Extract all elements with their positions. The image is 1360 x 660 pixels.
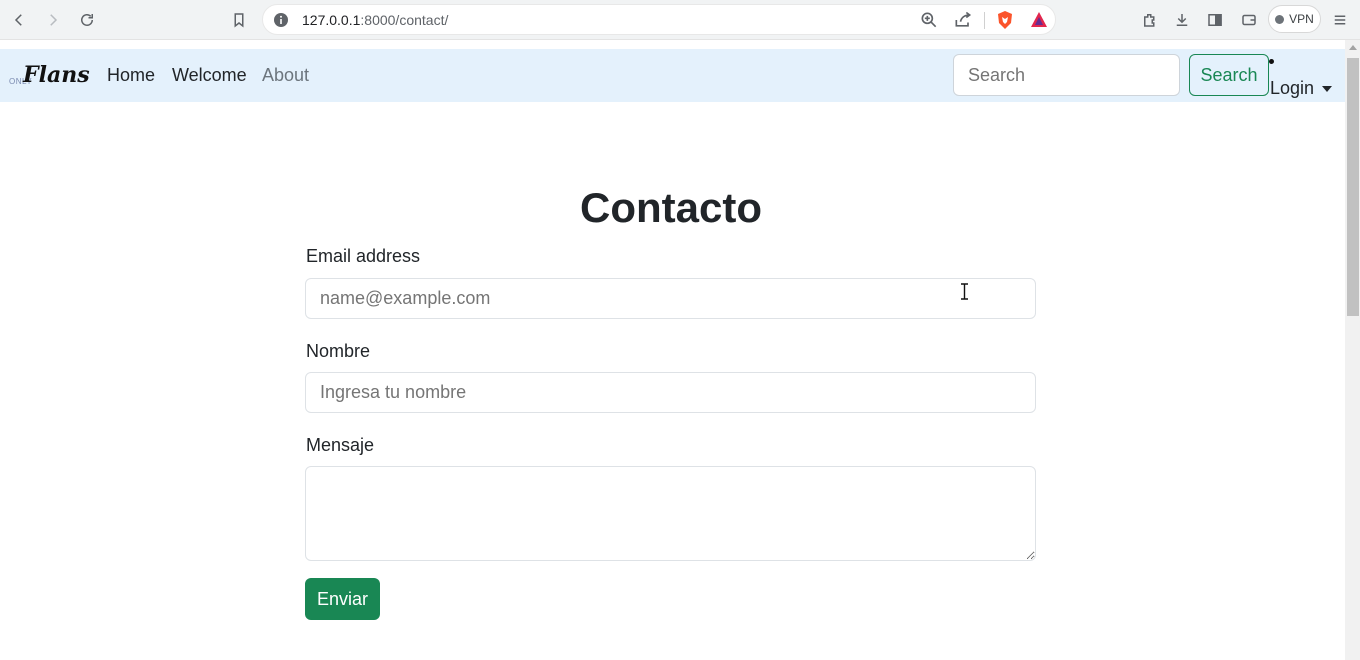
name-label: Nombre bbox=[306, 341, 371, 361]
extensions-icon[interactable] bbox=[1138, 8, 1162, 32]
logo-main-text: Flans bbox=[23, 62, 90, 88]
back-icon[interactable] bbox=[7, 8, 31, 32]
address-bar[interactable]: 127.0.0.1:8000/contact/ bbox=[262, 4, 1056, 35]
email-field[interactable] bbox=[305, 278, 1036, 319]
nav-about[interactable]: About bbox=[262, 65, 309, 86]
wallet-icon[interactable] bbox=[1237, 8, 1261, 32]
sidebar-icon[interactable] bbox=[1203, 8, 1227, 32]
scroll-up-icon[interactable] bbox=[1349, 45, 1357, 50]
url-path: :8000/contact/ bbox=[360, 12, 449, 28]
zoom-icon[interactable] bbox=[919, 10, 939, 30]
site-info-icon[interactable] bbox=[273, 12, 289, 28]
login-dropdown[interactable]: Login bbox=[1270, 78, 1314, 99]
list-bullet bbox=[1269, 59, 1274, 64]
message-textarea[interactable] bbox=[305, 466, 1036, 561]
share-icon[interactable] bbox=[953, 10, 973, 30]
name-field[interactable] bbox=[305, 372, 1036, 413]
url-host: 127.0.0.1 bbox=[302, 12, 361, 28]
vpn-status-icon bbox=[1275, 14, 1285, 24]
page-title: Contacto bbox=[580, 184, 762, 231]
caret-down-icon[interactable] bbox=[1322, 86, 1332, 92]
site-navbar: ONLY Flans Home Welcome About Search Log… bbox=[0, 49, 1345, 102]
vpn-button[interactable]: VPN bbox=[1268, 5, 1321, 33]
vpn-label: VPN bbox=[1289, 12, 1314, 26]
scrollbar-thumb[interactable] bbox=[1347, 58, 1359, 316]
brand-logo[interactable]: ONLY Flans bbox=[9, 62, 90, 89]
forward-icon[interactable] bbox=[41, 8, 65, 32]
address-bar-divider bbox=[984, 12, 985, 29]
brave-rewards-icon[interactable] bbox=[1029, 10, 1049, 30]
menu-icon[interactable] bbox=[1328, 8, 1352, 32]
nav-welcome[interactable]: Welcome bbox=[172, 65, 247, 86]
url-text[interactable]: 127.0.0.1:8000/contact/ bbox=[302, 12, 448, 28]
bookmark-icon[interactable] bbox=[227, 8, 251, 32]
message-label: Mensaje bbox=[306, 435, 375, 455]
browser-toolbar: 127.0.0.1:8000/contact/ VPN bbox=[0, 0, 1360, 40]
reload-icon[interactable] bbox=[75, 8, 99, 32]
text-cursor-icon bbox=[961, 283, 968, 300]
email-label: Email address bbox=[306, 246, 421, 266]
nav-home[interactable]: Home bbox=[107, 65, 155, 86]
submit-button[interactable]: Enviar bbox=[305, 578, 380, 620]
download-icon[interactable] bbox=[1170, 8, 1194, 32]
search-input[interactable] bbox=[953, 54, 1180, 96]
search-button[interactable]: Search bbox=[1189, 54, 1269, 96]
brave-shield-icon[interactable] bbox=[995, 10, 1015, 30]
